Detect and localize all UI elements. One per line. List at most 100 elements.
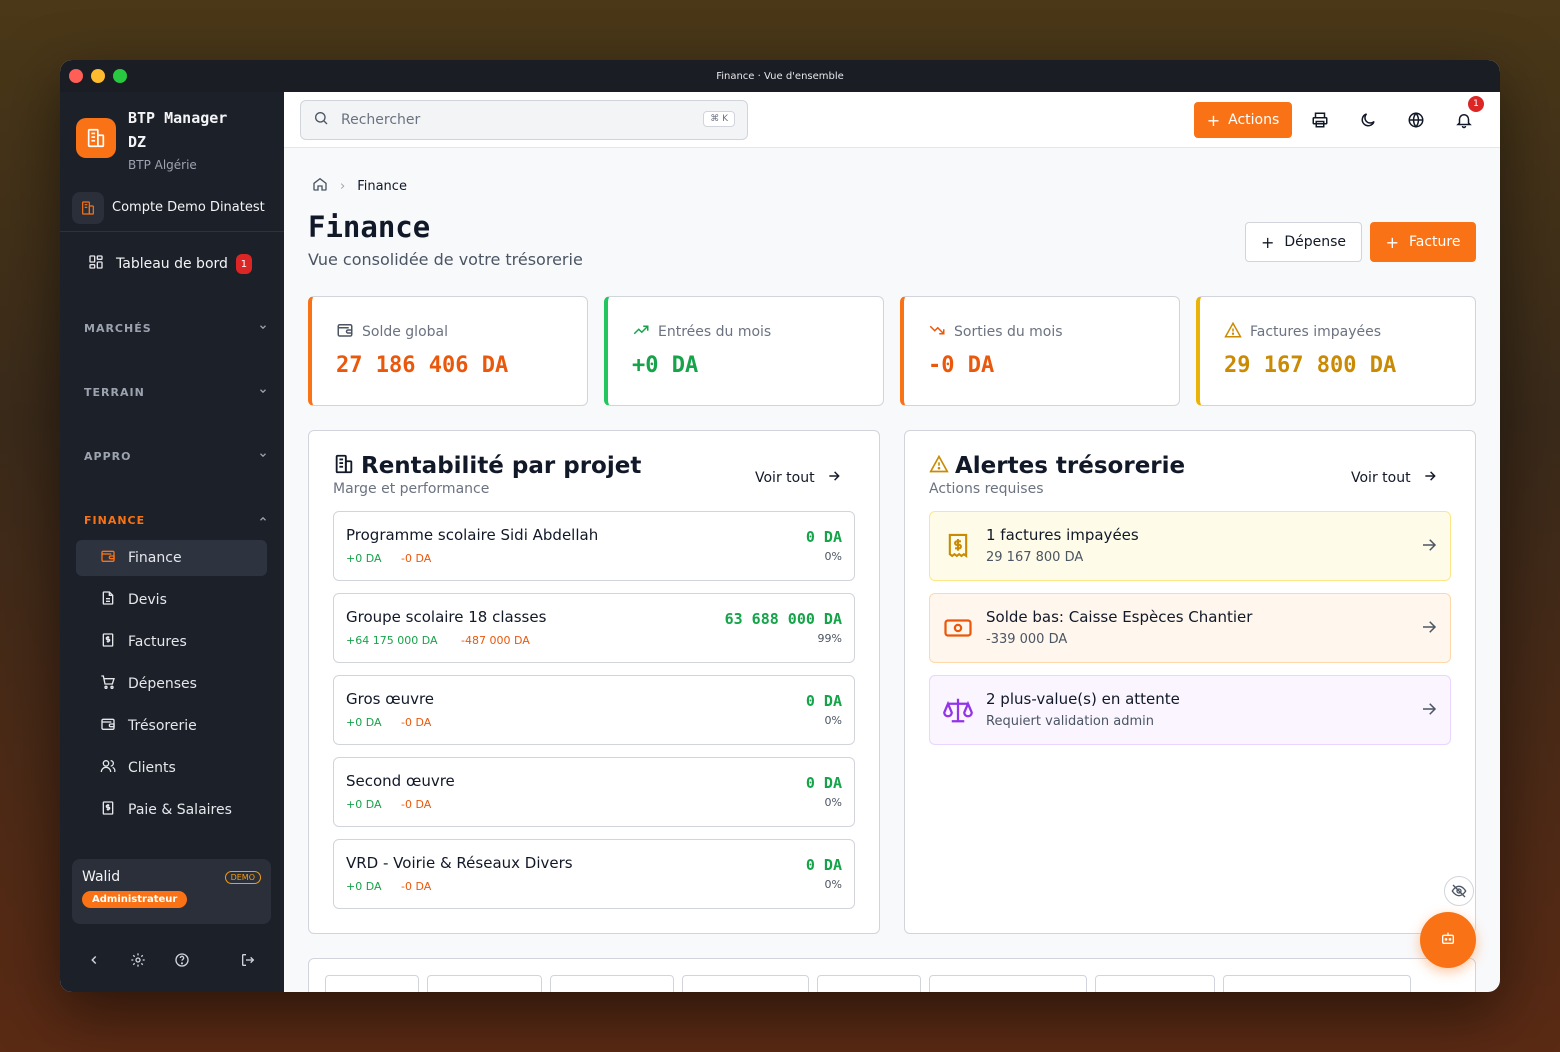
window-title: Finance · Vue d'ensemble bbox=[716, 70, 844, 82]
section-finance[interactable]: FINANCE bbox=[84, 508, 268, 532]
section-terrain[interactable]: TERRAIN bbox=[84, 380, 268, 404]
project-expense: -0 DA bbox=[401, 798, 432, 811]
add-expense-label: Dépense bbox=[1284, 234, 1347, 250]
content: › Finance Finance Vue consolidée de votr… bbox=[284, 148, 1500, 992]
nav-dashboard[interactable]: Tableau de bord 1 bbox=[76, 248, 268, 280]
account-name: Compte Demo Dinatest bbox=[112, 200, 265, 215]
actions-button[interactable]: + Actions bbox=[1194, 102, 1292, 138]
home-icon[interactable] bbox=[312, 176, 328, 196]
quick-link[interactable] bbox=[817, 975, 921, 992]
quick-link[interactable] bbox=[427, 975, 542, 992]
project-margin: 63 688 000 DA bbox=[724, 610, 842, 628]
eye-off-icon[interactable] bbox=[1444, 876, 1474, 906]
sidebar-item-tresorerie[interactable]: Trésorerie bbox=[76, 708, 267, 744]
project-row[interactable]: Groupe scolaire 18 classes +64 175 000 D… bbox=[333, 593, 855, 663]
gear-icon[interactable] bbox=[126, 948, 150, 972]
moon-icon[interactable] bbox=[1354, 106, 1382, 134]
project-name: Second œuvre bbox=[346, 772, 455, 790]
quick-link[interactable] bbox=[1095, 975, 1215, 992]
treasury-alerts-panel: Alertes trésorerie Actions requises Voir… bbox=[904, 430, 1476, 934]
project-row[interactable]: Programme scolaire Sidi Abdellah +0 DA -… bbox=[333, 511, 855, 581]
project-expense: -0 DA bbox=[401, 716, 432, 729]
section-marches[interactable]: MARCHÉS bbox=[84, 316, 268, 340]
sidebar-item-label: Paie & Salaires bbox=[128, 802, 232, 818]
arrow-right-icon bbox=[827, 469, 841, 487]
quick-link[interactable] bbox=[1223, 975, 1411, 992]
app-window: Finance · Vue d'ensemble BTP Manager DZ … bbox=[60, 60, 1500, 992]
alert-low-balance[interactable]: Solde bas: Caisse Espèces Chantier -339 … bbox=[929, 593, 1451, 663]
see-all-alerts-link[interactable]: Voir tout bbox=[1351, 469, 1437, 487]
project-percent: 0% bbox=[824, 550, 842, 563]
arrow-right-icon bbox=[1420, 700, 1438, 722]
quick-link[interactable] bbox=[325, 975, 419, 992]
kpi-label: Entrées du mois bbox=[658, 324, 772, 340]
chevron-down-icon bbox=[258, 322, 268, 335]
sidebar-item-label: Clients bbox=[128, 760, 176, 776]
project-row[interactable]: VRD - Voirie & Réseaux Divers +0 DA -0 D… bbox=[333, 839, 855, 909]
plus-icon: + bbox=[1206, 110, 1221, 130]
wallet-icon bbox=[100, 716, 116, 736]
sidebar-footer bbox=[60, 928, 284, 992]
main-area: Rechercher ⌘ K + Actions 1 › Finance Fin… bbox=[284, 92, 1500, 992]
add-invoice-button[interactable]: + Facture bbox=[1370, 222, 1476, 262]
sidebar-item-clients[interactable]: Clients bbox=[76, 750, 267, 786]
search-input[interactable]: Rechercher ⌘ K bbox=[300, 100, 748, 140]
chevron-down-icon bbox=[258, 386, 268, 399]
sidebar-item-paie[interactable]: Paie & Salaires bbox=[76, 792, 267, 828]
project-row[interactable]: Gros œuvre +0 DA -0 DA 0 DA 0% bbox=[333, 675, 855, 745]
alert-pending-gains[interactable]: 2 plus-value(s) en attente Requiert vali… bbox=[929, 675, 1451, 745]
quick-link[interactable] bbox=[550, 975, 674, 992]
brand-subtitle: BTP Algérie bbox=[128, 158, 197, 172]
bell-icon[interactable]: 1 bbox=[1450, 96, 1484, 134]
alert-unpaid-invoices[interactable]: 1 factures impayées 29 167 800 DA bbox=[929, 511, 1451, 581]
breadcrumb: › Finance bbox=[312, 176, 407, 196]
see-all-projects-link[interactable]: Voir tout bbox=[755, 469, 841, 487]
section-label: TERRAIN bbox=[84, 385, 145, 399]
project-name: Programme scolaire Sidi Abdellah bbox=[346, 526, 599, 544]
quick-link[interactable] bbox=[682, 975, 809, 992]
project-income: +0 DA bbox=[346, 798, 382, 811]
project-margin: 0 DA bbox=[805, 528, 842, 546]
chevron-left-icon[interactable] bbox=[82, 948, 106, 972]
sidebar-item-label: Factures bbox=[128, 634, 187, 650]
kpi-value: -0 DA bbox=[928, 353, 995, 378]
project-percent: 0% bbox=[824, 796, 842, 809]
see-all-label: Voir tout bbox=[1351, 470, 1411, 486]
kpi-value: +0 DA bbox=[632, 353, 699, 378]
maximize-window-button[interactable] bbox=[113, 69, 127, 83]
sidebar-item-finance[interactable]: Finance bbox=[76, 540, 267, 576]
printer-icon[interactable] bbox=[1306, 106, 1334, 134]
add-invoice-label: Facture bbox=[1408, 234, 1461, 250]
user-card[interactable]: Walid DEMO Administrateur bbox=[72, 859, 271, 924]
quick-link[interactable] bbox=[929, 975, 1087, 992]
logout-icon[interactable] bbox=[236, 948, 260, 972]
sidebar-item-label: Trésorerie bbox=[128, 718, 197, 734]
section-appro[interactable]: APPRO bbox=[84, 444, 268, 468]
help-icon[interactable] bbox=[170, 948, 194, 972]
building-icon bbox=[76, 118, 116, 158]
account-switcher[interactable]: Compte Demo Dinatest bbox=[60, 184, 284, 232]
minimize-window-button[interactable] bbox=[91, 69, 105, 83]
plus-icon: + bbox=[1260, 232, 1275, 252]
arrow-right-icon bbox=[1423, 469, 1437, 487]
project-row[interactable]: Second œuvre +0 DA -0 DA 0 DA 0% bbox=[333, 757, 855, 827]
assistant-bot-button[interactable] bbox=[1420, 912, 1476, 968]
dashboard-badge: 1 bbox=[235, 254, 252, 274]
sidebar-item-factures[interactable]: Factures bbox=[76, 624, 267, 660]
project-income: +0 DA bbox=[346, 716, 382, 729]
globe-icon[interactable] bbox=[1402, 106, 1430, 134]
sidebar-item-devis[interactable]: Devis bbox=[76, 582, 267, 618]
alert-title: 1 factures impayées bbox=[986, 526, 1139, 544]
kpi-label: Factures impayées bbox=[1250, 324, 1382, 340]
arrow-right-icon bbox=[1420, 618, 1438, 640]
building-icon bbox=[72, 191, 104, 224]
kpi-label: Solde global bbox=[362, 324, 448, 340]
brand: BTP Manager DZ BTP Algérie bbox=[60, 92, 284, 184]
panel-subtitle: Marge et performance bbox=[333, 481, 490, 497]
project-percent: 99% bbox=[817, 632, 842, 645]
grid-icon bbox=[88, 254, 104, 274]
sidebar-item-depenses[interactable]: Dépenses bbox=[76, 666, 267, 702]
add-expense-button[interactable]: + Dépense bbox=[1245, 222, 1362, 262]
section-label: MARCHÉS bbox=[84, 321, 152, 335]
close-window-button[interactable] bbox=[69, 69, 83, 83]
